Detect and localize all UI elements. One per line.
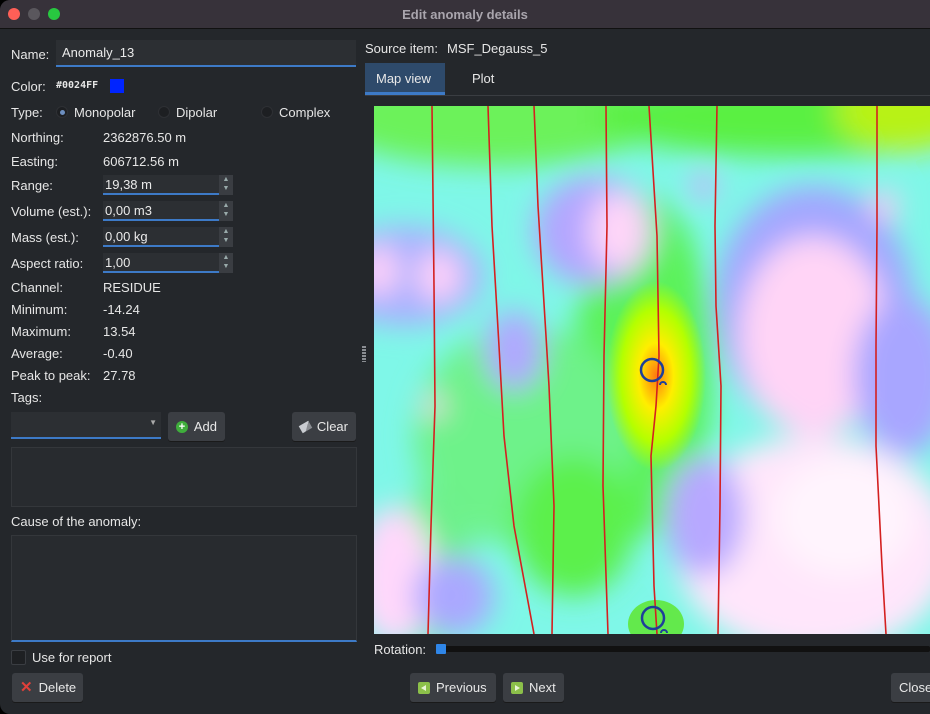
source-item-value: MSF_Degauss_5 — [447, 41, 548, 56]
anomaly-hotspot — [606, 281, 706, 471]
channel-label: Channel: — [11, 280, 64, 295]
average-label: Average: — [11, 346, 63, 361]
next-button[interactable]: Next — [503, 673, 564, 702]
average-value: -0.40 — [103, 346, 133, 361]
tags-list[interactable] — [11, 447, 357, 507]
clear-tags-button[interactable]: Clear — [292, 412, 356, 441]
maximum-label: Maximum: — [11, 324, 71, 339]
splitter-handle[interactable] — [362, 346, 366, 362]
previous-label: Previous — [436, 680, 487, 695]
use-for-report-label[interactable]: Use for report — [32, 650, 111, 665]
tab-plot[interactable]: Plot — [461, 63, 505, 95]
range-label: Range: — [11, 178, 53, 193]
northing-value: 2362876.50 m — [103, 130, 187, 145]
map-canvas[interactable] — [374, 106, 930, 634]
volume-input[interactable]: 0,00 m3 — [103, 201, 219, 221]
mass-input[interactable]: 0,00 kg — [103, 227, 219, 247]
cause-label: Cause of the anomaly: — [11, 514, 142, 529]
peak-to-peak-value: 27.78 — [103, 368, 136, 383]
tags-combobox[interactable]: ▼ — [11, 412, 161, 439]
range-stepper[interactable]: ▲ ▼ — [219, 175, 233, 195]
window-title: Edit anomaly details — [402, 7, 528, 22]
tab-map-view[interactable]: Map view — [365, 63, 445, 95]
rotation-slider[interactable] — [436, 646, 930, 652]
type-label: Type: — [11, 105, 43, 120]
northing-label: Northing: — [11, 130, 64, 145]
range-input[interactable]: 19,38 m — [103, 175, 219, 195]
easting-label: Easting: — [11, 154, 58, 169]
aspect-ratio-input[interactable]: 1,00 — [103, 253, 219, 273]
arrow-left-icon — [418, 681, 430, 694]
add-tag-label: Add — [193, 419, 217, 434]
eraser-icon — [298, 420, 313, 433]
close-button[interactable]: Close — [891, 673, 930, 702]
close-label: Close — [899, 680, 930, 695]
color-hex-value: #0024FF — [56, 80, 99, 91]
title-bar: Edit anomaly details — [0, 0, 930, 29]
type-dipolar-label[interactable]: Dipolar — [176, 105, 217, 120]
type-monopolar-radio[interactable] — [56, 106, 68, 118]
source-item-label: Source item: — [365, 41, 438, 56]
arrow-right-icon — [511, 681, 523, 694]
cause-textarea[interactable] — [11, 535, 357, 642]
peak-to-peak-label: Peak to peak: — [11, 368, 91, 383]
minimum-value: -14.24 — [103, 302, 140, 317]
clear-tags-label: Clear — [316, 419, 348, 434]
mass-stepper[interactable]: ▲ ▼ — [219, 227, 233, 247]
edit-anomaly-dialog: Edit anomaly details Name: Anomaly_13 Co… — [0, 0, 930, 714]
color-swatch[interactable] — [110, 79, 124, 93]
color-label: Color: — [11, 79, 46, 94]
add-tag-button[interactable]: + Add — [168, 412, 225, 441]
rotation-slider-handle[interactable] — [436, 644, 446, 654]
next-label: Next — [529, 680, 556, 695]
mass-label: Mass (est.): — [11, 230, 79, 245]
delete-button[interactable]: ✕ Delete — [12, 673, 83, 702]
volume-label: Volume (est.): — [11, 204, 92, 219]
type-dipolar-radio[interactable] — [158, 106, 170, 118]
use-for-report-checkbox[interactable] — [11, 650, 26, 665]
delete-label: Delete — [38, 680, 77, 695]
aspect-ratio-stepper[interactable]: ▲ ▼ — [219, 253, 233, 273]
name-label: Name: — [11, 47, 50, 62]
channel-value: RESIDUE — [103, 280, 161, 295]
previous-button[interactable]: Previous — [410, 673, 496, 702]
anomaly-map-view[interactable] — [374, 106, 930, 634]
view-tabs: Map view Plot — [365, 63, 930, 96]
volume-stepper[interactable]: ▲ ▼ — [219, 201, 233, 221]
type-complex-label[interactable]: Complex — [279, 105, 330, 120]
plus-circle-icon: + — [176, 420, 188, 433]
chevron-down-icon: ▼ — [149, 418, 157, 427]
tags-label: Tags: — [11, 390, 43, 405]
type-monopolar-label[interactable]: Monopolar — [74, 105, 135, 120]
minimum-label: Minimum: — [11, 302, 68, 317]
x-icon: ✕ — [20, 678, 33, 696]
maximum-value: 13.54 — [103, 324, 136, 339]
easting-value: 606712.56 m — [103, 154, 179, 169]
rotation-label: Rotation: — [374, 642, 427, 657]
name-input[interactable]: Anomaly_13 — [56, 40, 356, 67]
aspect-ratio-label: Aspect ratio: — [11, 256, 84, 271]
type-complex-radio[interactable] — [261, 106, 273, 118]
